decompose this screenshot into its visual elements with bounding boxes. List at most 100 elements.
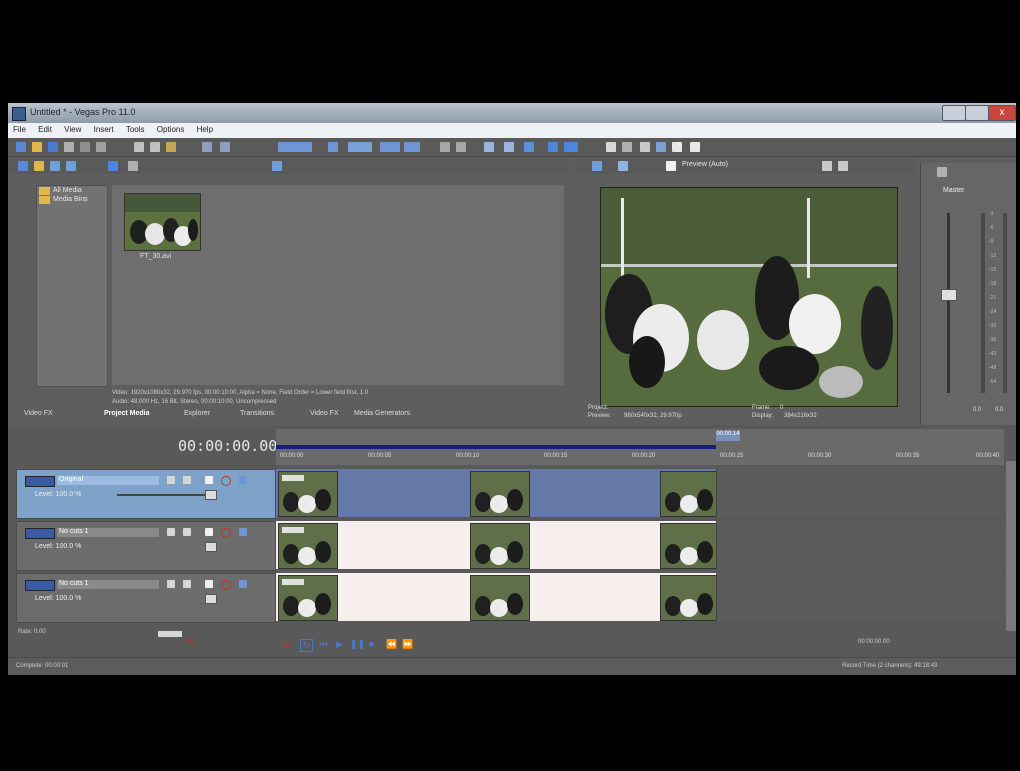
preview-overlay-icon[interactable] [666, 161, 676, 171]
track-level-knob[interactable] [205, 594, 217, 604]
loop-end-marker[interactable]: 00:00:14 [716, 431, 740, 441]
save-snapshot-icon[interactable] [838, 161, 848, 171]
tab-video-fx[interactable]: Video FX [24, 408, 53, 424]
track-solo-icon[interactable] [239, 580, 247, 588]
marker-icon[interactable] [456, 142, 466, 152]
split-icon[interactable] [548, 142, 558, 152]
media-thumbnail[interactable] [124, 193, 201, 251]
track-motion-icon[interactable] [183, 580, 191, 588]
track-mute-icon[interactable] [221, 528, 231, 538]
track-level-knob[interactable] [205, 542, 217, 552]
track-motion-icon[interactable] [183, 528, 191, 536]
track-mute-icon[interactable] [221, 476, 231, 486]
video-clip[interactable] [660, 523, 720, 569]
timeline-icon[interactable] [606, 142, 616, 152]
track-composite-icon[interactable] [205, 528, 213, 536]
vertical-scrollbar[interactable] [1006, 461, 1016, 631]
video-clip[interactable] [278, 471, 338, 517]
track-header-3[interactable]: No cuts 1 Level: 100.0 % [16, 573, 276, 623]
rate-slider[interactable] [158, 631, 182, 637]
render-icon[interactable] [80, 142, 90, 152]
copy-snapshot-icon[interactable] [822, 161, 832, 171]
auto-crossfade-icon[interactable] [348, 142, 372, 152]
video-clip[interactable] [470, 471, 530, 517]
track-lane-empty[interactable] [716, 573, 1007, 621]
menu-insert[interactable]: Insert [89, 123, 119, 136]
track-level-slider[interactable] [117, 494, 207, 496]
track-fx-icon[interactable] [167, 476, 175, 484]
time-ruler[interactable]: 00:00:14 00:00:00 00:00:05 00:00:10 00:0… [276, 429, 1004, 465]
track-composite-icon[interactable] [205, 580, 213, 588]
explorer-capture-icon[interactable] [66, 161, 76, 171]
track-level-knob[interactable] [205, 490, 217, 500]
normal-edit-tool-icon[interactable] [278, 142, 312, 152]
trim-icon[interactable] [564, 142, 578, 152]
zoom-tool-icon[interactable] [524, 142, 534, 152]
media-icon[interactable] [672, 142, 682, 152]
preview-split-icon[interactable] [618, 161, 628, 171]
plugin-icon[interactable] [656, 142, 666, 152]
tree-item-all-media[interactable]: All Media [37, 186, 107, 195]
save-as-icon[interactable] [64, 142, 74, 152]
track-lane-empty[interactable] [716, 521, 1007, 569]
video-clip[interactable] [278, 523, 338, 569]
video-clip[interactable] [470, 575, 530, 621]
mixer-properties-icon[interactable] [937, 167, 947, 177]
cut-icon[interactable] [134, 142, 144, 152]
explorer-properties-icon[interactable] [128, 161, 138, 171]
video-fx-icon[interactable] [622, 142, 632, 152]
explorer-add-icon[interactable] [50, 161, 60, 171]
explorer-remove-icon[interactable] [108, 161, 118, 171]
record-icon[interactable]: ● [282, 639, 293, 650]
help-icon[interactable] [690, 142, 700, 152]
undo-icon[interactable] [202, 142, 212, 152]
mixer-icon[interactable] [640, 142, 650, 152]
tab-media-generators[interactable]: Media Generators [354, 408, 410, 424]
menu-view[interactable]: View [59, 123, 86, 136]
snapping-icon[interactable] [328, 142, 338, 152]
auto-ripple-icon[interactable] [380, 142, 400, 152]
tab-transitions[interactable]: Transitions [240, 408, 274, 424]
track-lane-empty[interactable] [716, 469, 1007, 517]
copy-icon[interactable] [150, 142, 160, 152]
envelope-tool-icon[interactable] [504, 142, 514, 152]
lock-envelopes-icon[interactable] [404, 142, 420, 152]
go-to-end-icon[interactable]: ⏩ [402, 639, 413, 650]
selection-tool-icon[interactable] [484, 142, 494, 152]
open-icon[interactable] [32, 142, 42, 152]
track-composite-icon[interactable] [205, 476, 213, 484]
go-to-start-icon[interactable]: ⏪ [386, 639, 397, 650]
explorer-folder-icon[interactable] [34, 161, 44, 171]
paste-icon[interactable] [166, 142, 176, 152]
tree-item-media-bins[interactable]: Media Bins [37, 195, 107, 204]
track-motion-icon[interactable] [183, 476, 191, 484]
explorer-up-icon[interactable] [18, 161, 28, 171]
video-clip[interactable] [470, 523, 530, 569]
track-name[interactable]: No cuts 1 [57, 528, 159, 537]
ignore-grouping-icon[interactable] [440, 142, 450, 152]
track-header-1[interactable]: Original Level: 100.0 % [16, 469, 276, 519]
tab-explorer[interactable]: Explorer [184, 408, 210, 424]
video-clip[interactable] [660, 471, 720, 517]
video-clip[interactable] [278, 575, 338, 621]
track-name[interactable]: Original [57, 476, 159, 485]
master-fader-knob[interactable] [941, 289, 957, 301]
menu-help[interactable]: Help [192, 123, 218, 136]
minimize-button[interactable] [942, 105, 966, 121]
explorer-views-icon[interactable] [272, 161, 282, 171]
stop-icon[interactable]: ■ [366, 639, 377, 650]
track-lane-1[interactable] [276, 469, 720, 517]
menu-file[interactable]: File [8, 123, 31, 136]
new-project-icon[interactable] [16, 142, 26, 152]
track-lane-2[interactable] [276, 521, 720, 569]
maximize-button[interactable] [965, 105, 989, 121]
close-button[interactable]: x [988, 105, 1016, 121]
track-solo-icon[interactable] [239, 528, 247, 536]
track-fx-icon[interactable] [167, 528, 175, 536]
track-header-2[interactable]: No cuts 1 Level: 100.0 % [16, 521, 276, 571]
loop-region-bar[interactable] [276, 445, 716, 449]
tab-video-fx-2[interactable]: Video FX [310, 408, 339, 424]
preview-properties-icon[interactable] [592, 161, 602, 171]
menu-options[interactable]: Options [152, 123, 190, 136]
track-fx-icon[interactable] [167, 580, 175, 588]
